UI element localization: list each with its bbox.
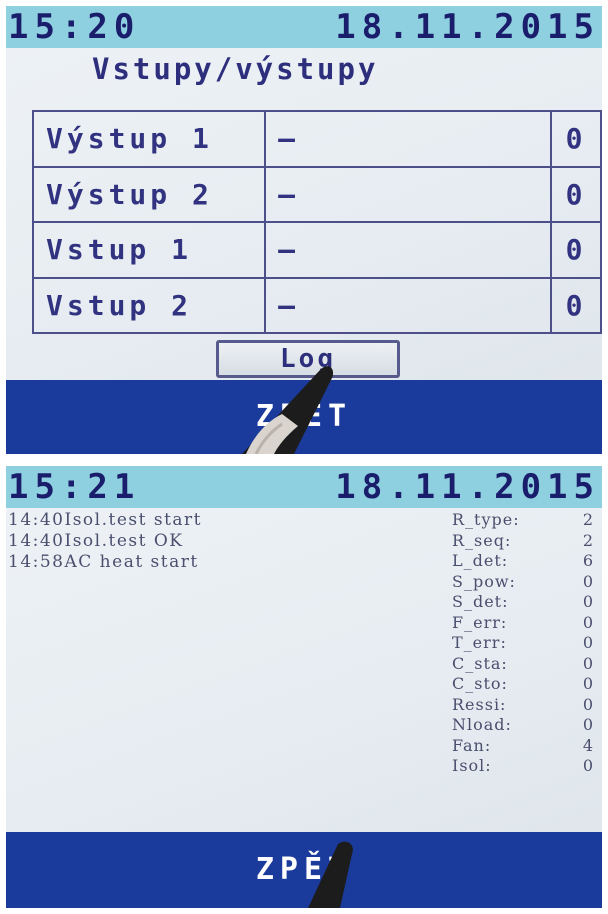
log-entry: 14:40Isol.test OK [8, 531, 184, 551]
parameter-row: F_err: 0 [452, 613, 598, 634]
param-value: 0 [582, 592, 594, 611]
param-label: T_err: [452, 633, 507, 652]
io-name: Vstup 2 [31, 276, 267, 334]
io-name: Vstup 1 [31, 221, 267, 279]
status-time: 15:21 [8, 467, 141, 507]
status-date: 18.11.2015 [335, 467, 600, 507]
status-time: 15:20 [8, 7, 141, 47]
io-count: 0 [550, 276, 602, 334]
io-name: Výstup 1 [31, 110, 267, 168]
io-table: Výstup 1 – 0 Výstup 2 – 0 Vstup 1 – 0 Vs… [31, 110, 602, 334]
io-state: – [264, 110, 553, 168]
param-label: L_det: [452, 551, 509, 570]
parameter-row: Ressi: 0 [452, 695, 598, 716]
parameter-row: C_sta: 0 [452, 654, 598, 675]
param-value: 4 [582, 735, 594, 755]
param-value: 0 [582, 756, 594, 775]
log-screen: 15:21 18.11.2015 14:40Isol.test start 14… [6, 466, 602, 908]
parameter-row: S_det: 0 [452, 592, 598, 613]
parameter-row: S_pow: 0 [452, 572, 598, 593]
param-value: 0 [582, 571, 594, 591]
param-value: 6 [582, 551, 594, 570]
param-label: Nload: [452, 715, 512, 734]
log-entry: 14:58AC heat start [8, 552, 199, 572]
param-value: 0 [582, 633, 594, 652]
stylus-icon [308, 841, 353, 908]
param-label: S_det: [452, 592, 509, 611]
param-value: 0 [582, 674, 594, 693]
parameter-list: R_type: 2 R_seq: 2 L_det: 6 S_pow: 0 S_det: 0… [452, 510, 598, 777]
param-value: 2 [582, 510, 594, 529]
io-screen: 15:20 18.11.2015 Vstupy/výstupy Výstup 1… [6, 6, 602, 454]
parameter-row: Nload: 0 [452, 715, 598, 736]
io-state: – [264, 276, 553, 334]
page-title: Vstupy/výstupy [92, 52, 379, 86]
parameter-row: C_sto: 0 [452, 674, 598, 695]
param-label: C_sta: [452, 653, 508, 673]
parameter-row: Fan: 4 [452, 736, 598, 757]
parameter-row: R_seq: 2 [452, 531, 598, 552]
io-count: 0 [550, 221, 602, 279]
status-bar: 15:21 18.11.2015 [6, 466, 602, 508]
param-label: Ressi: [452, 694, 507, 714]
status-date: 18.11.2015 [335, 7, 600, 47]
table-row[interactable]: Výstup 2 – 0 [31, 165, 602, 223]
param-label: R_type: [452, 510, 520, 529]
param-label: Isol: [452, 756, 492, 775]
log-entry: 14:40Isol.test start [8, 510, 203, 530]
param-label: C_sto: [452, 674, 508, 693]
param-value: 0 [582, 612, 594, 632]
param-label: F_err: [452, 612, 508, 632]
table-row[interactable]: Výstup 1 – 0 [31, 110, 602, 168]
io-count: 0 [550, 110, 602, 168]
parameter-row: L_det: 6 [452, 551, 598, 572]
param-value: 0 [582, 653, 594, 673]
log-list: 14:40Isol.test start 14:40Isol.test OK 1… [8, 510, 202, 573]
stylus-icon [242, 366, 334, 454]
param-label: Fan: [452, 735, 492, 755]
param-value: 0 [582, 715, 594, 734]
parameter-row: R_type: 2 [452, 510, 598, 531]
param-value: 2 [582, 530, 594, 550]
parameter-row: Isol: 0 [452, 756, 598, 777]
param-value: 0 [582, 694, 594, 714]
param-label: R_seq: [452, 530, 512, 550]
status-bar: 15:20 18.11.2015 [6, 6, 602, 48]
param-label: S_pow: [452, 571, 516, 591]
io-name: Výstup 2 [31, 165, 267, 223]
table-row[interactable]: Vstup 2 – 0 [31, 276, 602, 334]
table-row[interactable]: Vstup 1 – 0 [31, 221, 602, 279]
parameter-row: T_err: 0 [452, 633, 598, 654]
io-count: 0 [550, 165, 602, 223]
io-state: – [264, 221, 553, 279]
io-state: – [264, 165, 553, 223]
